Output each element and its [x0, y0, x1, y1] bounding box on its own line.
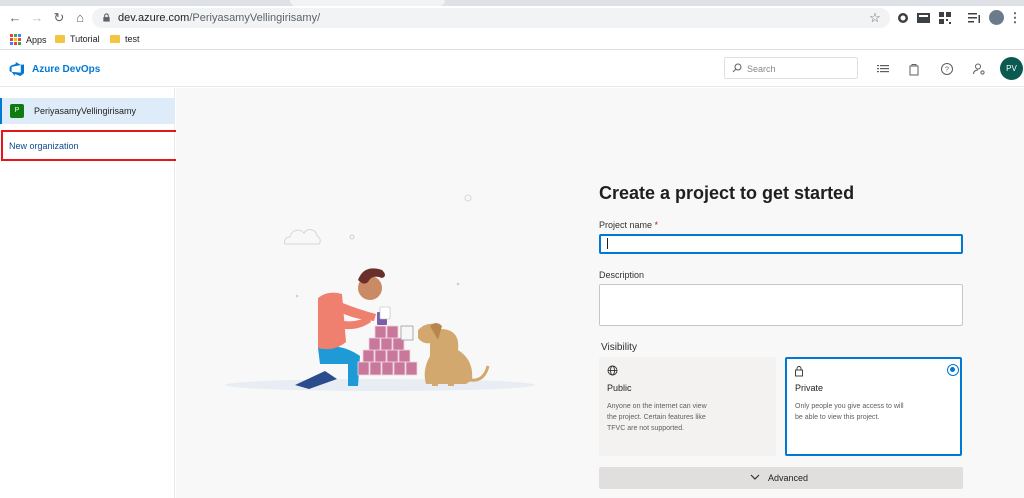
public-title: Public [607, 383, 632, 393]
qr-icon[interactable] [939, 12, 951, 24]
marketplace-bag-icon[interactable] [907, 62, 921, 76]
bookmarks-bar: Apps Tutorial test [0, 30, 1024, 50]
visibility-label: Visibility [601, 342, 637, 353]
browser-toolbar: ← → ↻ ⌂ dev.azure.com/PeriyasamyVellingi… [0, 6, 1024, 30]
globe-icon [607, 365, 618, 376]
project-name-label: Project name * [599, 220, 658, 230]
advanced-label: Advanced [768, 473, 809, 483]
search-input[interactable]: Search [724, 57, 858, 79]
reload-icon[interactable]: ↻ [52, 11, 66, 25]
advanced-toggle-button[interactable]: Advanced [599, 467, 963, 489]
user-avatar[interactable]: PV [1000, 57, 1023, 80]
required-marker: * [654, 220, 659, 230]
new-organization-label: New organization [9, 141, 79, 151]
address-bar[interactable]: dev.azure.com/PeriyasamyVellingirisamy/ … [92, 8, 890, 28]
help-icon[interactable]: ? [940, 62, 954, 76]
private-title: Private [795, 383, 824, 393]
description-label: Description [599, 270, 645, 280]
private-radio-selected[interactable] [947, 364, 959, 376]
bookmark-test-label: test [125, 34, 140, 44]
extension-icon-2[interactable] [917, 12, 930, 24]
organization-badge: P [10, 104, 24, 118]
star-icon[interactable]: ☆ [868, 11, 882, 25]
bookmark-tutorial-label: Tutorial [70, 34, 100, 44]
description-textarea[interactable] [599, 284, 963, 326]
visibility-option-public[interactable]: Public Anyone on the internet can view t… [599, 357, 776, 456]
app-header: Azure DevOps Search ? PV [0, 51, 1024, 87]
more-menu-icon[interactable]: ⋮ [1008, 11, 1022, 25]
svg-text:?: ? [945, 67, 949, 74]
task-list-icon[interactable] [876, 62, 890, 76]
page-title: Create a project to get started [599, 183, 855, 203]
bookmark-apps[interactable]: Apps [10, 34, 47, 45]
extension-icon-1[interactable] [897, 12, 909, 24]
organization-sidebar: P PeriyasamyVellingirisamy New organizat… [0, 88, 180, 498]
project-name-input[interactable] [599, 234, 963, 254]
user-settings-icon[interactable] [972, 62, 986, 76]
folder-icon [110, 35, 120, 43]
bookmark-test[interactable]: test [110, 34, 140, 44]
url-host: dev.azure.com [118, 12, 190, 24]
url-text: dev.azure.com/PeriyasamyVellingirisamy/ [118, 12, 320, 24]
search-icon [732, 63, 742, 73]
back-icon[interactable]: ← [8, 11, 22, 25]
media-control-icon[interactable] [968, 12, 981, 24]
brand-name[interactable]: Azure DevOps [32, 64, 100, 75]
card-house-illustration [225, 194, 535, 391]
organization-name: PeriyasamyVellingirisamy [34, 106, 137, 116]
public-description: Anyone on the internet can view the proj… [607, 403, 707, 432]
lock-icon [795, 366, 803, 377]
sidebar-item-organization[interactable]: P PeriyasamyVellingirisamy [0, 98, 175, 124]
profile-avatar-icon[interactable] [989, 10, 1004, 25]
search-placeholder: Search [747, 64, 776, 74]
bookmark-tutorial[interactable]: Tutorial [55, 34, 100, 44]
visibility-option-private[interactable]: Private Only people you give access to w… [785, 357, 962, 456]
project-name-label-text: Project name [599, 220, 653, 230]
bookmark-apps-label: Apps [26, 34, 47, 45]
private-description: Only people you give access to will be a… [795, 403, 904, 421]
azure-devops-logo-icon[interactable] [8, 62, 24, 76]
chevron-down-icon [750, 474, 760, 480]
text-caret [607, 238, 608, 249]
home-icon[interactable]: ⌂ [73, 11, 87, 25]
new-organization-link[interactable]: New organization [1, 130, 180, 161]
url-path: /PeriyasamyVellingirisamy/ [189, 12, 321, 24]
forward-icon[interactable]: → [30, 11, 44, 25]
folder-icon [55, 35, 65, 43]
lock-icon [103, 13, 110, 22]
apps-grid-icon [10, 34, 21, 45]
